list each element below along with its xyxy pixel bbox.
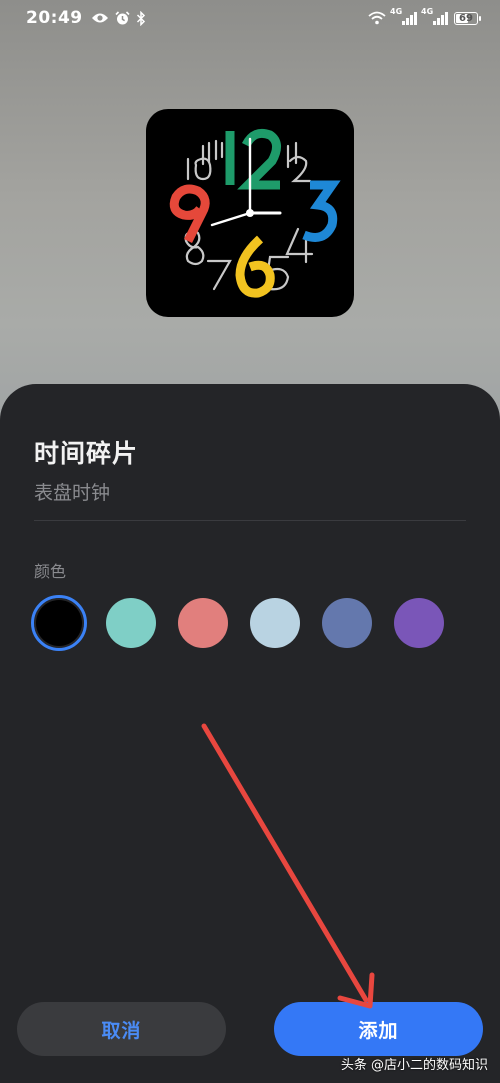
numeral-12 (225, 128, 281, 190)
bottom-sheet: 时间碎片 表盘时钟 颜色 取消 添加 (0, 384, 500, 1083)
sheet-title: 时间碎片 (34, 439, 139, 468)
cancel-button[interactable]: 取消 (17, 1002, 226, 1056)
signal-2-label: 4G (421, 7, 434, 16)
clock-widget-preview (146, 109, 354, 317)
divider (34, 520, 466, 521)
watermark: 头条 @店小二的数码知识 (340, 1058, 488, 1073)
color-swatch-list (31, 595, 444, 651)
add-button[interactable]: 添加 (274, 1002, 483, 1056)
color-swatch-coral[interactable] (178, 598, 228, 648)
color-swatch-slate-blue[interactable] (322, 598, 372, 648)
wifi-icon (368, 11, 386, 25)
screen: 20:49 4G 4G 69 时间碎片 表盘时钟 颜色 取消 添加 头条 @店小… (0, 0, 500, 1083)
numeral-3 (302, 180, 341, 242)
battery-text: 69 (459, 12, 473, 24)
color-swatch-purple[interactable] (394, 598, 444, 648)
sheet-subtitle: 表盘时钟 (34, 482, 111, 504)
clock-face (169, 128, 341, 298)
status-left: 20:49 (26, 8, 146, 28)
status-right: 4G 4G 69 (368, 7, 481, 25)
color-swatch-light-blue[interactable] (250, 598, 300, 648)
signal-icon: 4G (390, 7, 417, 25)
numeral-6 (235, 235, 275, 298)
status-time: 20:49 (26, 8, 83, 28)
status-bar: 20:49 4G 4G 69 (0, 0, 500, 36)
signal-1-label: 4G (390, 7, 403, 16)
color-swatch-teal[interactable] (106, 598, 156, 648)
battery-icon: 69 (454, 11, 481, 25)
alarm-icon (115, 10, 130, 24)
color-section-label: 颜色 (34, 562, 67, 581)
signal-icon: 4G (421, 7, 448, 25)
eye-icon (91, 13, 108, 23)
status-icons (91, 10, 146, 26)
numeral-9 (169, 184, 210, 244)
color-swatch-black[interactable] (31, 595, 87, 651)
bluetooth-icon (136, 10, 145, 26)
